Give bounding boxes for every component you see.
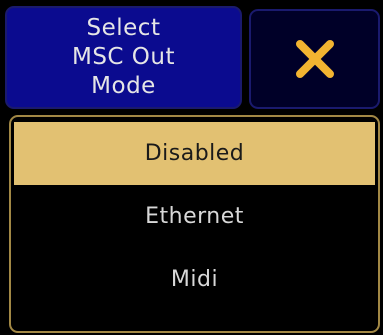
option-disabled-label: Disabled xyxy=(144,141,245,166)
dialog-title-line-3: Mode xyxy=(91,73,156,99)
option-ethernet-label: Ethernet xyxy=(145,204,244,229)
option-midi[interactable]: Midi xyxy=(14,248,375,311)
option-midi-label: Midi xyxy=(170,267,219,292)
option-disabled[interactable]: Disabled xyxy=(14,122,375,185)
dialog-title-line-1: Select xyxy=(86,15,161,41)
close-button[interactable] xyxy=(249,9,380,109)
dialog-title: Select MSC Out Mode xyxy=(5,6,242,109)
close-x-icon xyxy=(295,40,334,78)
msc-out-mode-list: Disabled Ethernet Midi xyxy=(9,115,380,333)
option-ethernet[interactable]: Ethernet xyxy=(14,185,375,248)
dialog-title-line-2: MSC Out xyxy=(71,44,175,70)
